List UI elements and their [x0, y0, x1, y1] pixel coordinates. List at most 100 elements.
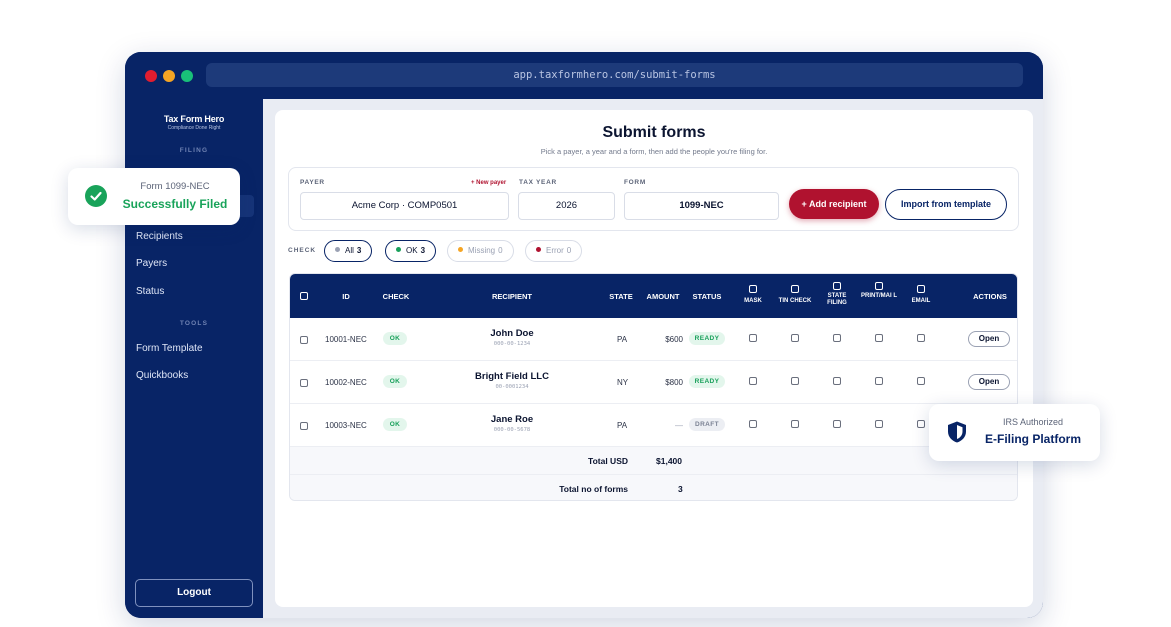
- row-select-checkbox[interactable]: [300, 379, 308, 387]
- dot-icon: [396, 247, 401, 252]
- open-button[interactable]: Open: [968, 374, 1010, 390]
- table-row[interactable]: 10002-NEC OK Bright Field LLC 00-0001234…: [290, 361, 1017, 404]
- mask-checkbox[interactable]: [749, 420, 757, 428]
- chip-count: 0: [566, 246, 572, 255]
- state-filing-all-checkbox[interactable]: [833, 282, 841, 290]
- status-badge: READY: [689, 375, 725, 388]
- print-mail-checkbox[interactable]: [875, 377, 883, 385]
- total-forms-label: Total no of forms: [559, 484, 628, 494]
- print-mail-checkbox[interactable]: [875, 334, 883, 342]
- chip-count: 3: [420, 246, 426, 255]
- print-mail-checkbox[interactable]: [875, 420, 883, 428]
- check-circle-icon: [85, 185, 107, 207]
- header-state-filing: STATE FILING: [827, 293, 847, 306]
- row-amount: $600: [665, 335, 683, 344]
- minimize-window-dot[interactable]: [163, 70, 175, 82]
- dot-icon: [335, 247, 340, 252]
- address-bar[interactable]: app.taxformhero.com/submit-forms: [206, 63, 1023, 87]
- sidebar-item-recipients[interactable]: Recipients: [136, 226, 254, 248]
- maximize-window-dot[interactable]: [181, 70, 193, 82]
- state-filing-checkbox[interactable]: [833, 334, 841, 342]
- email-checkbox[interactable]: [917, 377, 925, 385]
- tin-check-checkbox[interactable]: [791, 377, 799, 385]
- header-mask: MASK: [744, 298, 762, 304]
- total-usd-row: Total USD $1,400: [290, 447, 1017, 475]
- recipient-name: Jane Roe: [490, 414, 534, 425]
- new-payer-link[interactable]: + New payer: [471, 180, 506, 186]
- total-forms-value: 3: [678, 484, 683, 494]
- tax-year-label: TAX YEAR: [519, 179, 557, 186]
- status-badge: READY: [689, 332, 725, 345]
- chip-label: OK: [406, 246, 418, 255]
- filter-chip-missing[interactable]: Missing 0: [447, 240, 514, 262]
- header-status: STATUS: [692, 292, 722, 301]
- row-select-checkbox[interactable]: [300, 422, 308, 430]
- header-print-mail: PRINT/MAI L: [861, 293, 897, 299]
- form-select[interactable]: 1099-NEC: [624, 192, 779, 220]
- mask-all-checkbox[interactable]: [749, 285, 757, 293]
- state-filing-checkbox[interactable]: [833, 377, 841, 385]
- sidebar-item-status[interactable]: Status: [136, 281, 254, 303]
- email-checkbox[interactable]: [917, 420, 925, 428]
- brand-tagline: Compliance Done Right: [167, 125, 221, 131]
- table-row[interactable]: 10003-NEC OK Jane Roe 000-00-5678 PA — D…: [290, 404, 1017, 447]
- table-header: ID CHECK RECIPIENT STATE AMOUNT STATUS M…: [290, 274, 1017, 318]
- row-select-checkbox[interactable]: [300, 336, 308, 344]
- sidebar-item-label: Status: [136, 286, 165, 297]
- email-checkbox[interactable]: [917, 334, 925, 342]
- dot-icon: [536, 247, 541, 252]
- mask-checkbox[interactable]: [749, 377, 757, 385]
- tin-check-all-checkbox[interactable]: [791, 285, 799, 293]
- tin-check-checkbox[interactable]: [791, 334, 799, 342]
- recipient-cell: John Doe 000-00-1234: [442, 328, 582, 347]
- section-label-filing: FILING: [179, 147, 209, 154]
- header-state: STATE: [609, 292, 633, 301]
- recipient-cell: Bright Field LLC 00-0001234: [442, 371, 582, 390]
- email-all-checkbox[interactable]: [917, 285, 925, 293]
- chip-label: Missing: [468, 246, 496, 255]
- total-usd-label: Total USD: [588, 456, 628, 466]
- section-label-tools: TOOLS: [179, 320, 209, 327]
- recipient-cell: Jane Roe 000-00-5678: [442, 414, 582, 433]
- sidebar-item-payers[interactable]: Payers: [136, 253, 254, 275]
- table-row[interactable]: 10001-NEC OK John Doe 000-00-1234 PA $60…: [290, 318, 1017, 361]
- filter-chip-error[interactable]: Error 0: [525, 240, 583, 262]
- total-usd-value: $1,400: [656, 456, 682, 466]
- import-template-button[interactable]: Import from template: [885, 189, 1007, 220]
- sidebar-item-label: Form Template: [136, 343, 203, 354]
- payer-select[interactable]: Acme Corp · COMP0501: [300, 192, 509, 220]
- chip-label: Error: [546, 246, 564, 255]
- filter-chip-all[interactable]: All 3: [324, 240, 373, 262]
- stage: app.taxformhero.com/submit-forms Tax For…: [0, 0, 1171, 627]
- close-window-dot[interactable]: [145, 70, 157, 82]
- dot-icon: [458, 247, 463, 252]
- print-mail-all-checkbox[interactable]: [875, 282, 883, 290]
- tin-check-checkbox[interactable]: [791, 420, 799, 428]
- add-recipient-button[interactable]: + Add recipient: [789, 189, 879, 219]
- submit-forms-card: Submit forms Pick a payer, a year and a …: [275, 110, 1033, 607]
- toast-title: Successfully Filed: [122, 197, 228, 211]
- select-all-checkbox[interactable]: [300, 292, 308, 300]
- browser-window: app.taxformhero.com/submit-forms Tax For…: [125, 52, 1043, 618]
- sidebar-item-quickbooks[interactable]: Quickbooks: [136, 365, 254, 387]
- irs-authorized-badge: IRS Authorized E-Filing Platform: [929, 404, 1100, 461]
- browser-chrome: app.taxformhero.com/submit-forms: [125, 52, 1043, 99]
- page-subtitle: Pick a payer, a year and a form, then ad…: [540, 147, 768, 156]
- tax-year-select[interactable]: 2026: [518, 192, 615, 220]
- header-id: ID: [342, 292, 350, 301]
- filter-chip-ok[interactable]: OK 3: [385, 240, 437, 262]
- header-amount: AMOUNT: [646, 292, 680, 301]
- sidebar-item-form-template[interactable]: Form Template: [136, 338, 254, 360]
- mask-checkbox[interactable]: [749, 334, 757, 342]
- logout-button[interactable]: Logout: [135, 579, 253, 607]
- recipients-table: ID CHECK RECIPIENT STATE AMOUNT STATUS M…: [289, 273, 1018, 501]
- row-id: 10002-NEC: [325, 378, 367, 387]
- brand-name: Tax Form Hero: [163, 114, 225, 124]
- row-amount: —: [675, 421, 683, 430]
- open-button[interactable]: Open: [968, 331, 1010, 347]
- row-state: PA: [617, 335, 628, 344]
- status-badge: DRAFT: [689, 418, 725, 431]
- filed-success-toast: Form 1099-NEC Successfully Filed: [68, 168, 240, 225]
- state-filing-checkbox[interactable]: [833, 420, 841, 428]
- sidebar-item-label: Recipients: [136, 231, 183, 242]
